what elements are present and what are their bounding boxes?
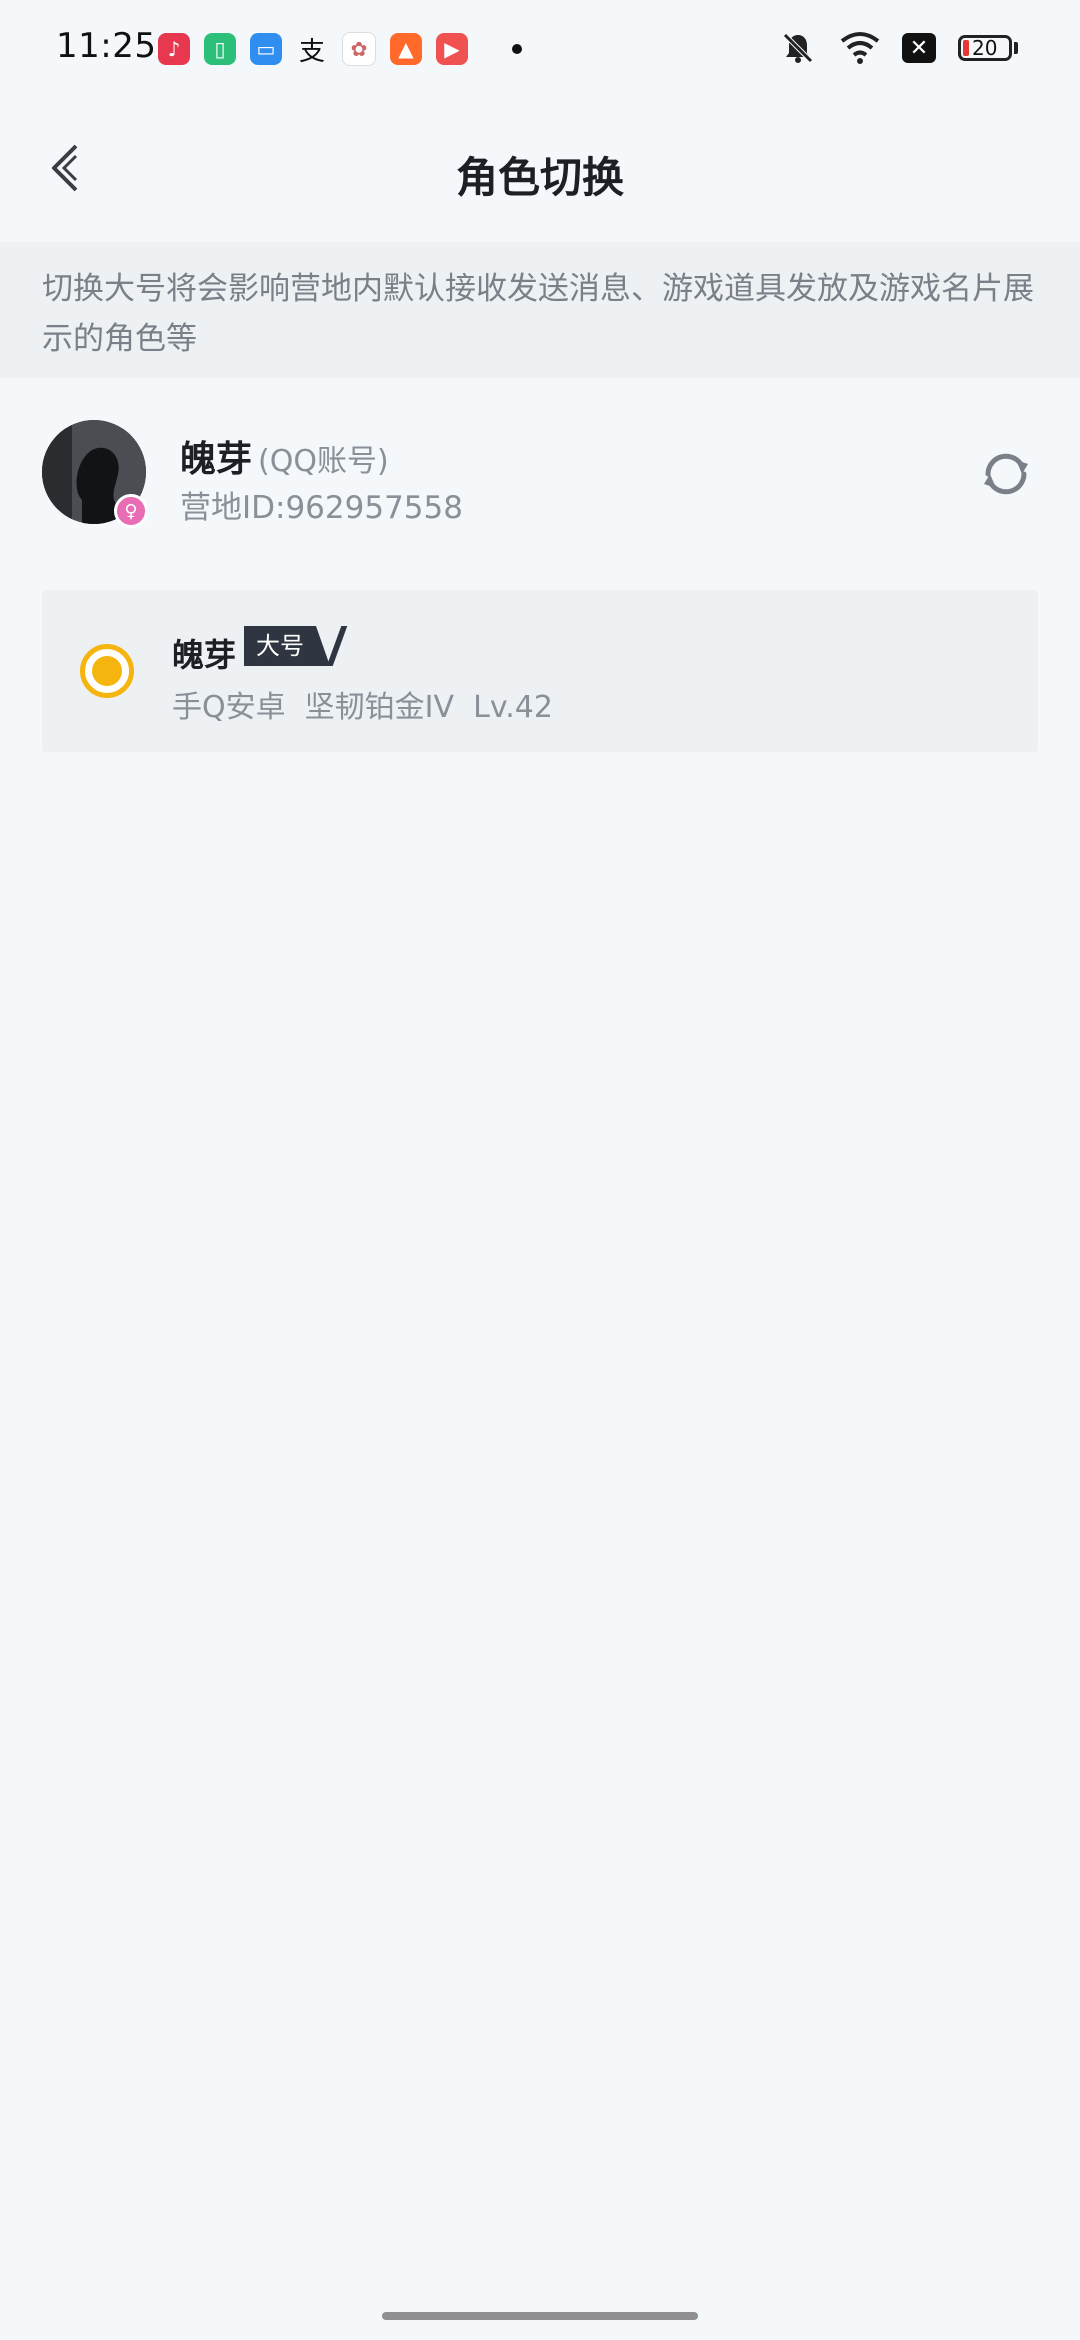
more-notifications-dot xyxy=(512,44,522,54)
files-app-icon: ▭ xyxy=(250,33,282,65)
radio-selected-dot xyxy=(92,656,122,686)
account-row: ♀ 魄芽 (QQ账号) 营地ID:962957558 xyxy=(0,420,1080,530)
status-bar: 11:25 ♪ ▯ ▭ 支 ✿ ▲ ▶ ✕ 20 xyxy=(0,0,1080,96)
mute-bell-icon xyxy=(778,28,818,68)
refresh-icon xyxy=(984,453,1028,495)
female-gender-icon: ♀ xyxy=(114,494,148,528)
no-sim-icon: ✕ xyxy=(902,33,936,63)
header: 角色切换 xyxy=(0,110,1080,230)
role-radio[interactable] xyxy=(80,644,134,698)
music-app-icon: ♪ xyxy=(158,33,190,65)
notification-icons: ♪ ▯ ▭ 支 ✿ ▲ ▶ xyxy=(158,32,522,67)
page-title: 角色切换 xyxy=(455,153,624,202)
account-name: 魄芽 (QQ账号) xyxy=(180,430,389,482)
account-name-text: 魄芽 xyxy=(180,439,253,480)
role-card[interactable]: 魄芽 大号 手Q安卓 坚韧铂金IV Lv.42 xyxy=(42,590,1038,752)
role-name: 魄芽 xyxy=(172,636,237,674)
flower-app-icon: ✿ xyxy=(342,32,376,66)
main-account-tag: 大号 xyxy=(244,626,348,666)
battery-level: 20 xyxy=(972,36,998,60)
status-time: 11:25 xyxy=(56,26,157,66)
alipay-app-icon: 支 xyxy=(298,36,325,67)
role-info: 手Q安卓 坚韧铂金IV Lv.42 xyxy=(172,690,553,725)
video-app-icon: ▶ xyxy=(436,33,468,65)
home-indicator[interactable] xyxy=(382,2312,698,2320)
battery-fill xyxy=(963,40,969,56)
battery-icon: 20 xyxy=(958,35,1018,61)
game-app-icon: ▲ xyxy=(390,33,422,65)
switch-notice: 切换大号将会影响营地内默认接收发送消息、游戏道具发放及游戏名片展示的角色等 xyxy=(0,242,1080,378)
calendar-app-icon: ▯ xyxy=(204,33,236,65)
refresh-button[interactable] xyxy=(976,444,1036,504)
account-type: (QQ账号) xyxy=(258,444,389,479)
system-icons: ✕ 20 xyxy=(778,28,1018,68)
main-account-tag-label: 大号 xyxy=(244,626,316,666)
wifi-icon xyxy=(840,28,880,68)
account-id: 营地ID:962957558 xyxy=(180,490,463,526)
